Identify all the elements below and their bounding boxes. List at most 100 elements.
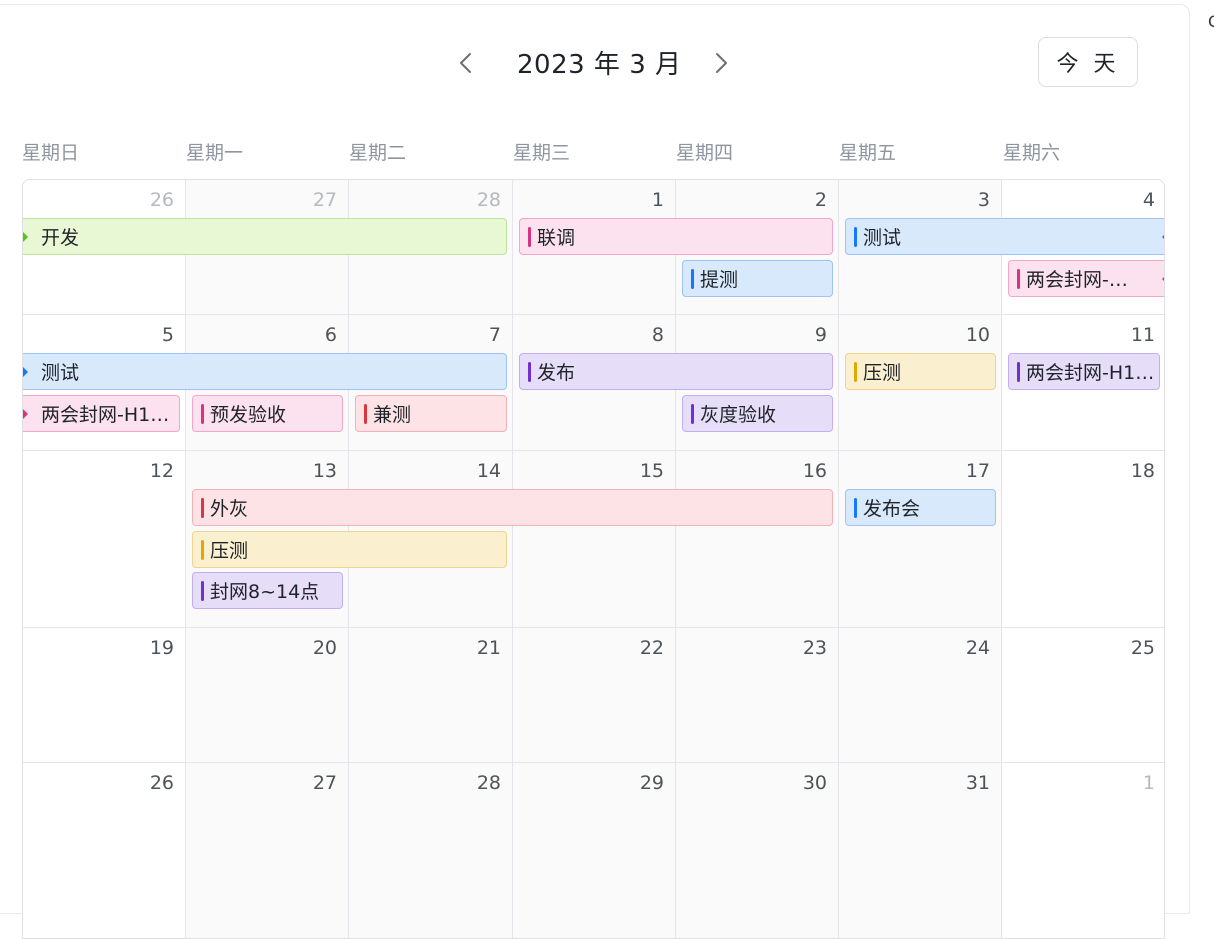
day-cell[interactable]: 26 bbox=[23, 763, 186, 938]
day-cell[interactable]: 27 bbox=[186, 763, 349, 938]
month-grid: 26 27 28 1 2 3 4 5 6 7 8 9 10 11 12 13 14 15 16 17 18 19 20 21 2… bbox=[22, 179, 1165, 939]
event-color-bar bbox=[364, 403, 367, 424]
event-title: 测试 bbox=[863, 227, 902, 249]
calendar-event[interactable]: 提测 bbox=[682, 260, 833, 297]
day-number: 15 bbox=[639, 460, 664, 482]
calendar-event[interactable]: 发布 bbox=[519, 353, 833, 390]
weekday-label: 星期五 bbox=[839, 142, 897, 164]
day-number: 26 bbox=[149, 772, 174, 794]
event-color-bar bbox=[691, 403, 694, 424]
day-number: 31 bbox=[965, 772, 990, 794]
today-button[interactable]: 今 天 bbox=[1038, 37, 1138, 87]
continues-left-icon bbox=[23, 366, 28, 378]
event-color-bar bbox=[528, 226, 531, 247]
month-title: 2023 年 3 月 bbox=[517, 50, 682, 80]
previous-month-button[interactable] bbox=[451, 46, 481, 80]
calendar-event[interactable]: 测试 bbox=[23, 353, 507, 390]
day-cell[interactable]: 21 bbox=[349, 628, 513, 763]
event-title: 两会封网-… bbox=[1026, 269, 1128, 291]
calendar-event[interactable]: 压测 bbox=[845, 353, 996, 390]
day-number: 11 bbox=[1130, 324, 1155, 346]
weekday-label: 星期四 bbox=[676, 142, 734, 164]
day-number: 28 bbox=[476, 189, 501, 211]
day-cell[interactable]: 18 bbox=[1002, 451, 1164, 628]
event-color-bar bbox=[528, 361, 531, 382]
calendar-event[interactable]: 兼测 bbox=[355, 395, 507, 432]
day-cell[interactable]: 15 bbox=[513, 451, 676, 628]
day-number: 29 bbox=[639, 772, 664, 794]
event-title: 灰度验收 bbox=[700, 404, 777, 426]
event-color-bar bbox=[1017, 361, 1020, 382]
day-number: 28 bbox=[476, 772, 501, 794]
calendar-event[interactable]: 压测 bbox=[192, 531, 507, 568]
calendar-event[interactable]: 发布会 bbox=[845, 489, 996, 526]
day-number: 21 bbox=[476, 637, 501, 659]
calendar-event[interactable]: 灰度验收 bbox=[682, 395, 833, 432]
chevron-right-icon bbox=[716, 53, 727, 73]
day-number: 27 bbox=[312, 772, 337, 794]
day-cell[interactable]: 22 bbox=[513, 628, 676, 763]
event-title: 联调 bbox=[537, 227, 576, 249]
day-cell[interactable]: 17 bbox=[839, 451, 1002, 628]
day-cell[interactable]: 23 bbox=[676, 628, 839, 763]
day-number: 13 bbox=[312, 460, 337, 482]
event-title: 测试 bbox=[41, 362, 80, 384]
day-cell[interactable]: 29 bbox=[513, 763, 676, 938]
event-title: 外灰 bbox=[210, 498, 249, 520]
event-color-bar bbox=[854, 361, 857, 382]
calendar-event[interactable]: 测试 bbox=[845, 218, 1164, 255]
event-color-bar bbox=[201, 403, 204, 424]
weekday-label: 星期一 bbox=[186, 142, 244, 164]
day-number: 24 bbox=[965, 637, 990, 659]
weekday-label: 星期日 bbox=[22, 142, 80, 164]
day-cell[interactable]: 25 bbox=[1002, 628, 1164, 763]
day-number: 20 bbox=[312, 637, 337, 659]
day-number: 26 bbox=[149, 189, 174, 211]
event-color-bar bbox=[201, 580, 204, 601]
event-color-bar bbox=[201, 539, 204, 560]
day-cell[interactable]: 16 bbox=[676, 451, 839, 628]
calendar-event[interactable]: 外灰 bbox=[192, 489, 833, 526]
event-title: 发布会 bbox=[863, 498, 921, 520]
day-number: 5 bbox=[161, 324, 174, 346]
event-title: 提测 bbox=[700, 269, 739, 291]
day-cell[interactable]: 1 bbox=[1002, 763, 1164, 938]
edge-glyph: Q bbox=[1208, 12, 1214, 31]
day-number: 8 bbox=[651, 324, 664, 346]
day-cell[interactable]: 19 bbox=[23, 628, 186, 763]
day-cell[interactable]: 24 bbox=[839, 628, 1002, 763]
day-number: 2 bbox=[814, 189, 827, 211]
day-number: 12 bbox=[149, 460, 174, 482]
day-number: 23 bbox=[802, 637, 827, 659]
continues-left-icon bbox=[23, 231, 28, 243]
day-cell[interactable]: 28 bbox=[349, 763, 513, 938]
day-cell[interactable]: 12 bbox=[23, 451, 186, 628]
event-color-bar bbox=[201, 497, 204, 518]
calendar-event[interactable]: 封网8~14点 bbox=[192, 572, 343, 609]
day-number: 1 bbox=[1142, 772, 1155, 794]
day-number: 9 bbox=[814, 324, 827, 346]
event-title: 封网8~14点 bbox=[210, 581, 320, 603]
calendar-event[interactable]: 联调 bbox=[519, 218, 833, 255]
day-cell[interactable]: 30 bbox=[676, 763, 839, 938]
event-title: 压测 bbox=[863, 362, 902, 384]
calendar-event[interactable]: 开发 bbox=[23, 218, 507, 255]
day-number: 27 bbox=[312, 189, 337, 211]
day-number: 22 bbox=[639, 637, 664, 659]
day-cell[interactable]: 20 bbox=[186, 628, 349, 763]
next-month-button[interactable] bbox=[706, 46, 736, 80]
weekday-label: 星期六 bbox=[1003, 142, 1061, 164]
calendar-event[interactable]: 两会封网-H1… bbox=[23, 395, 180, 432]
day-number: 6 bbox=[324, 324, 337, 346]
weekday-label: 星期三 bbox=[513, 142, 571, 164]
day-number: 4 bbox=[1142, 189, 1155, 211]
day-cell[interactable]: 31 bbox=[839, 763, 1002, 938]
calendar-event[interactable]: 两会封网-… bbox=[1008, 260, 1164, 297]
event-title: 开发 bbox=[41, 227, 80, 249]
calendar-event[interactable]: 两会封网-H1… bbox=[1008, 353, 1160, 390]
day-number: 10 bbox=[965, 324, 990, 346]
event-color-bar bbox=[691, 268, 694, 289]
continues-left-icon bbox=[23, 408, 28, 420]
day-number: 17 bbox=[965, 460, 990, 482]
calendar-event[interactable]: 预发验收 bbox=[192, 395, 343, 432]
